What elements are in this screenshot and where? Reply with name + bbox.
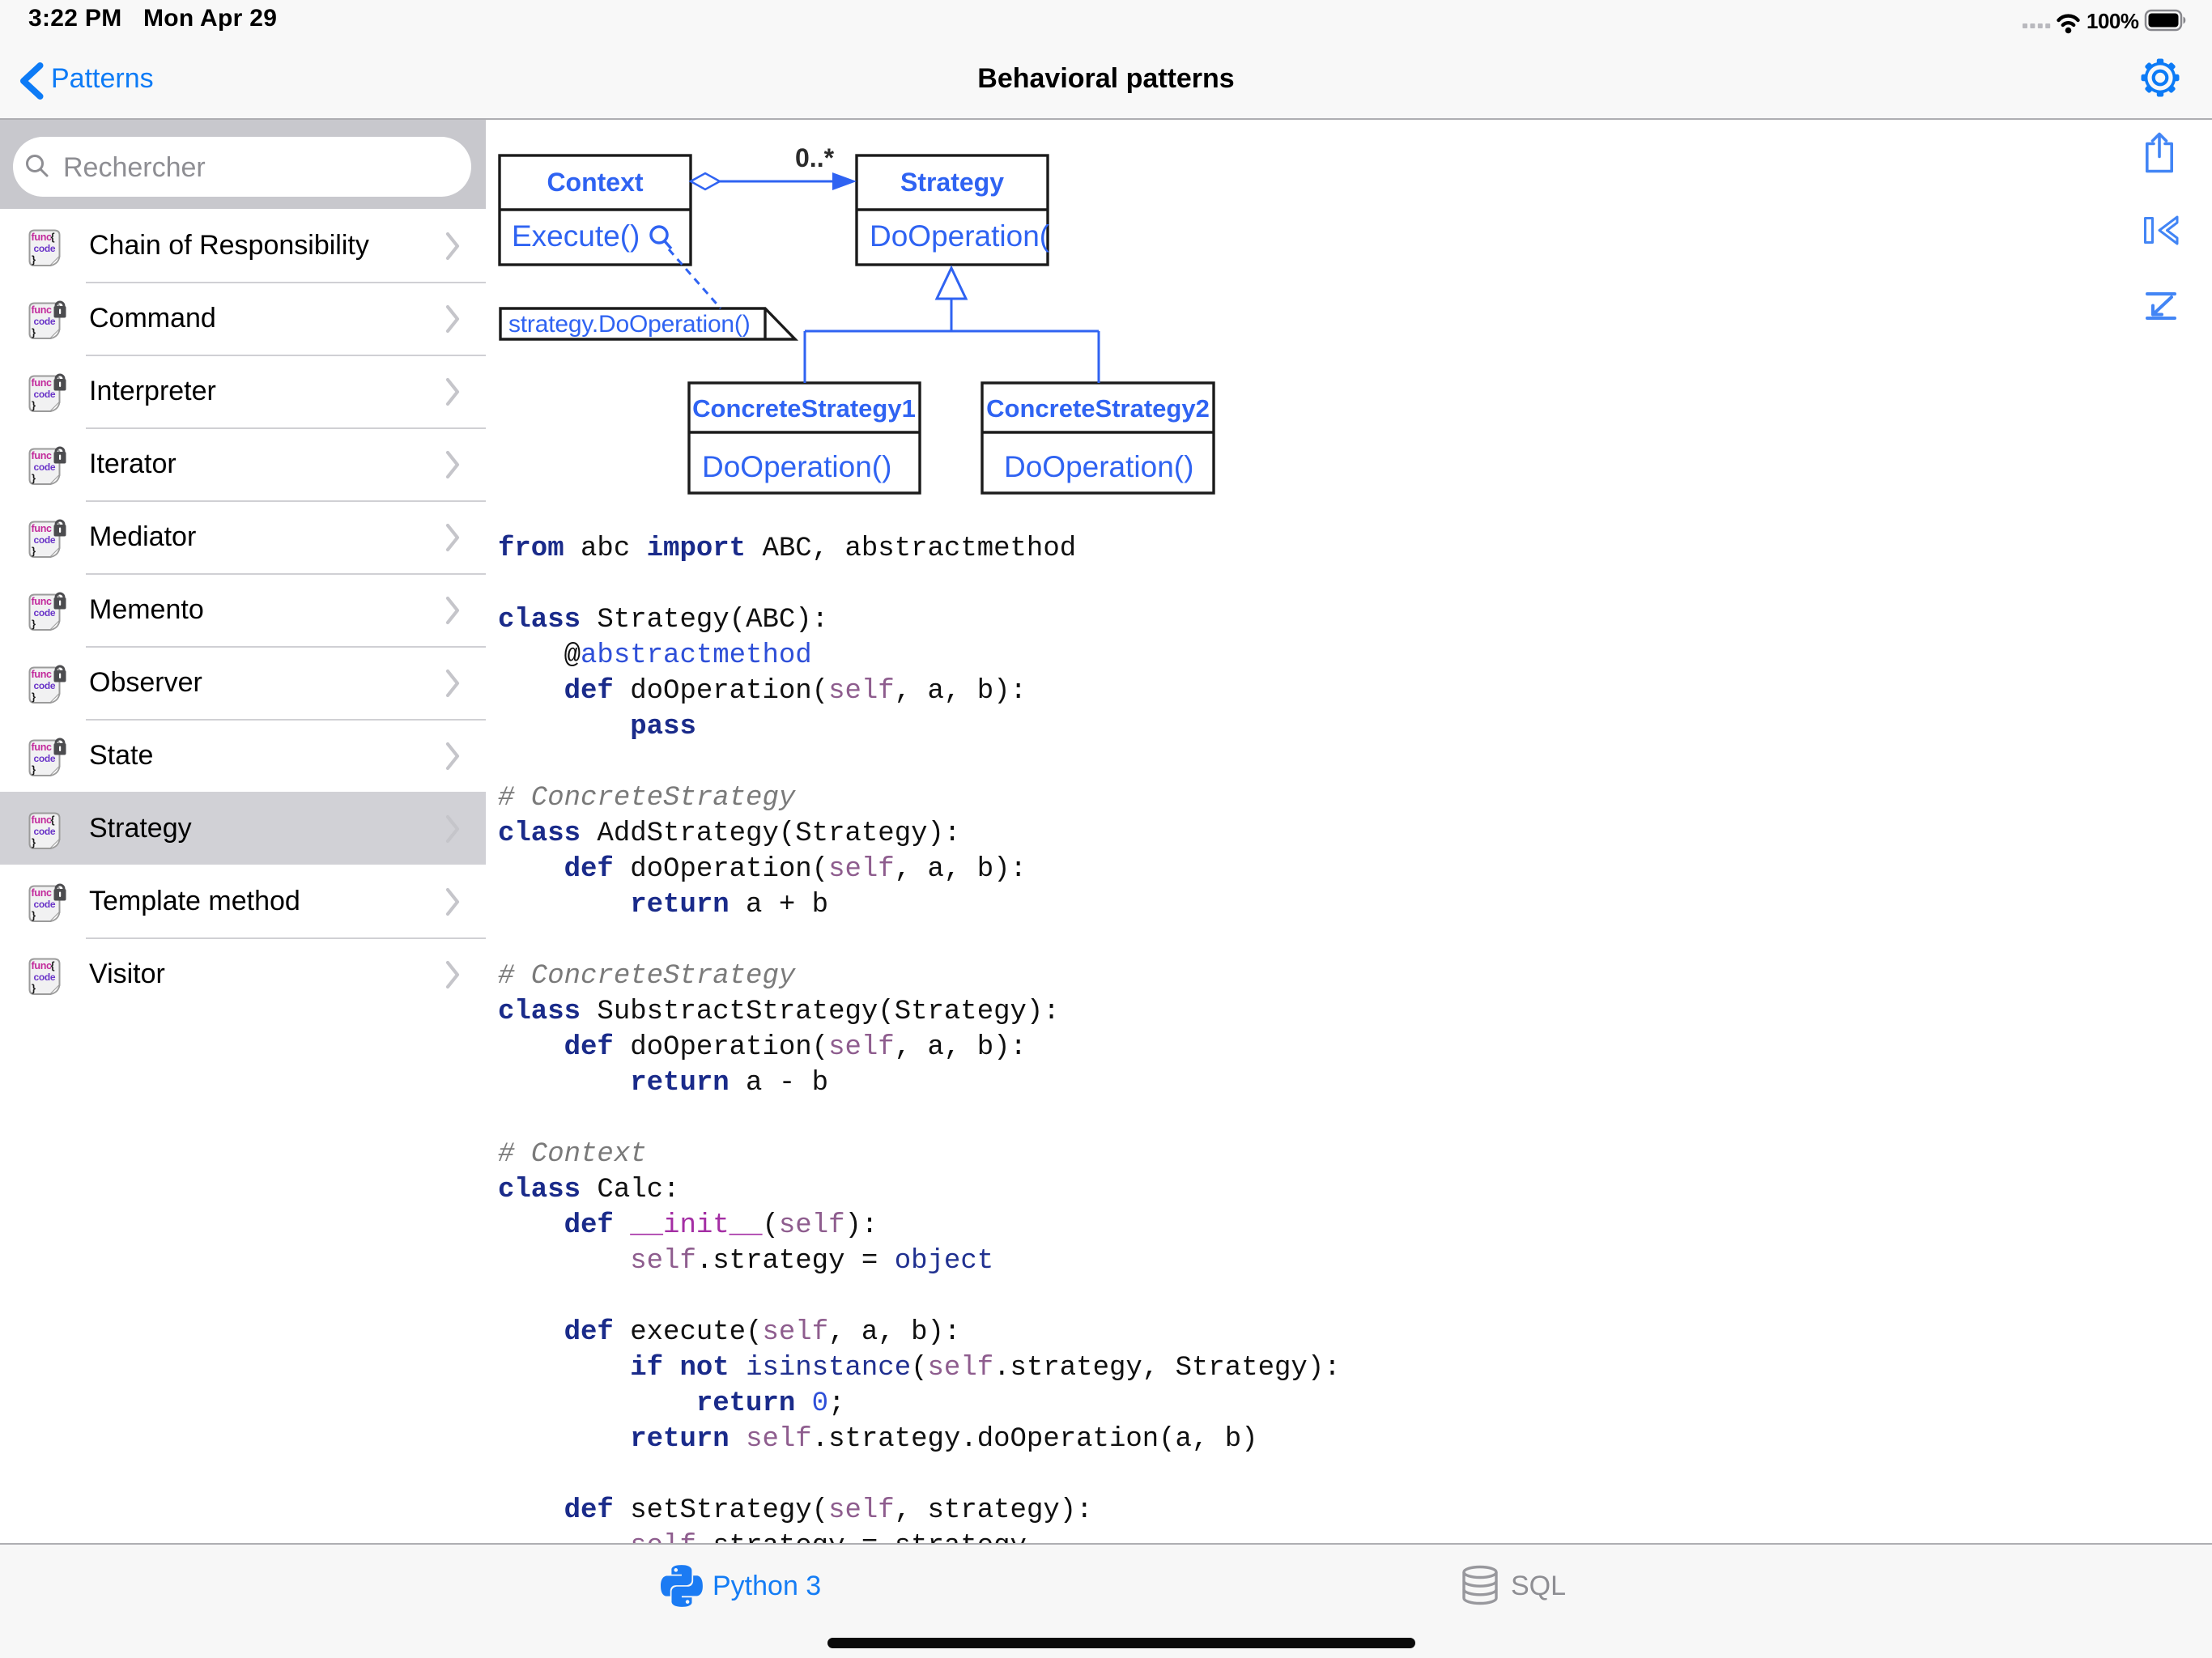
svg-text:DoOperation(: DoOperation(: [870, 219, 1050, 253]
svg-text:{: {: [51, 959, 55, 971]
svg-text:code: code: [34, 389, 56, 400]
svg-text:code: code: [34, 243, 56, 254]
svg-text:code: code: [34, 534, 56, 546]
svg-text:}: }: [32, 253, 36, 266]
svg-text:func: func: [32, 887, 53, 899]
svg-text:func: func: [32, 814, 53, 826]
svg-text:}: }: [32, 618, 36, 630]
svg-text:strategy.DoOperation(): strategy.DoOperation(): [508, 311, 751, 338]
svg-text:func: func: [32, 596, 53, 607]
svg-text:func: func: [32, 742, 53, 753]
svg-text:}: }: [32, 909, 36, 921]
svg-text:code: code: [34, 680, 56, 691]
svg-text:}: }: [32, 691, 36, 703]
svg-text:}: }: [32, 399, 36, 411]
svg-text:}: }: [32, 326, 36, 338]
svg-text:0..*: 0..*: [795, 143, 835, 172]
svg-text:code: code: [34, 316, 56, 327]
svg-text:code: code: [34, 607, 56, 619]
svg-text:func: func: [32, 232, 53, 243]
svg-text:Context: Context: [547, 168, 643, 197]
svg-text:func: func: [32, 523, 53, 534]
svg-text:}: }: [32, 982, 36, 994]
svg-text:code: code: [34, 461, 56, 473]
svg-text:func: func: [32, 960, 53, 971]
svg-text:Execute(): Execute(): [512, 219, 640, 253]
svg-text:}: }: [32, 763, 36, 776]
svg-text:{: {: [51, 814, 55, 826]
svg-text:code: code: [34, 826, 56, 837]
svg-text:DoOperation(): DoOperation(): [1004, 450, 1193, 483]
svg-text:code: code: [34, 753, 56, 764]
svg-text:Strategy: Strategy: [900, 168, 1004, 197]
svg-text:}: }: [32, 472, 36, 484]
svg-text:code: code: [34, 971, 56, 983]
svg-text:DoOperation(): DoOperation(): [702, 450, 891, 483]
svg-text:}: }: [32, 545, 36, 557]
svg-text:}: }: [32, 836, 36, 848]
svg-text:ConcreteStrategy2: ConcreteStrategy2: [986, 394, 1210, 423]
svg-text:ConcreteStrategy1: ConcreteStrategy1: [692, 394, 916, 423]
svg-text:func: func: [32, 377, 53, 389]
svg-text:code: code: [34, 899, 56, 910]
svg-text:func: func: [32, 669, 53, 680]
svg-text:func: func: [32, 304, 53, 316]
svg-text:{: {: [51, 231, 55, 243]
svg-text:func: func: [32, 450, 53, 461]
